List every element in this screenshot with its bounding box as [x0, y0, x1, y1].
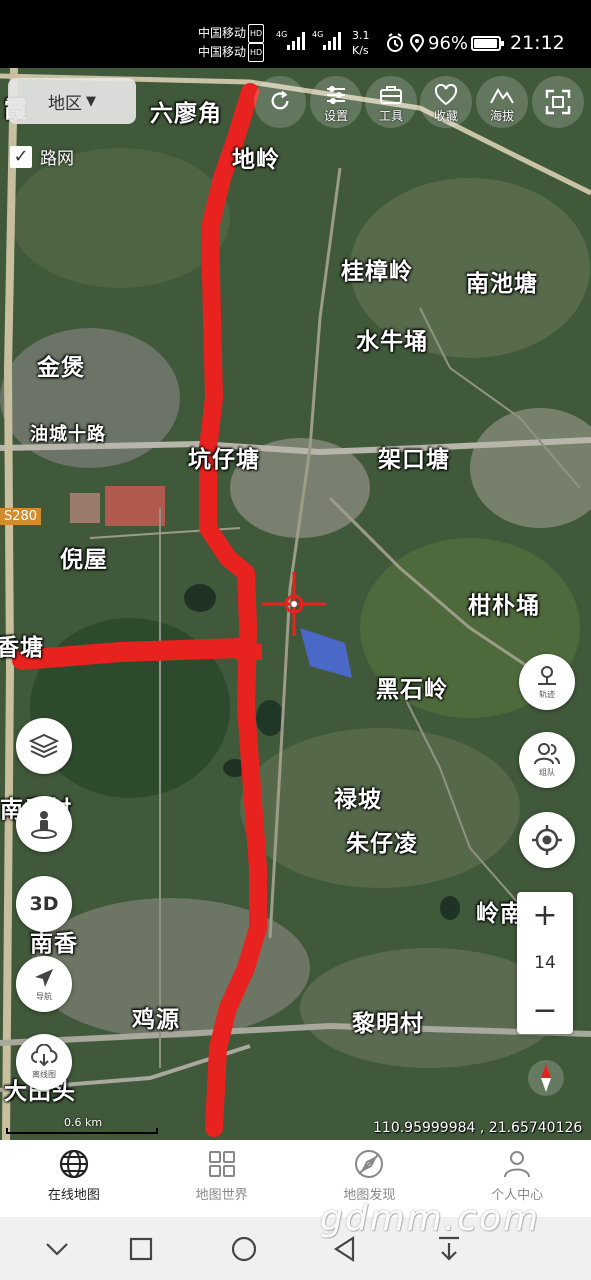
status-bar: 中国移动 HD 中国移动 HD 4G 4G 3.1 K/s 96% 21:12	[0, 0, 591, 68]
home-circle-icon[interactable]	[229, 1234, 259, 1264]
favorites-button[interactable]: 收藏	[420, 76, 472, 128]
compass-button[interactable]	[528, 1060, 564, 1096]
track-label: 轨迹	[539, 690, 555, 699]
signal-bars-2-icon	[323, 32, 343, 50]
coordinates-readout: 110.95999984 , 21.65740126	[373, 1120, 583, 1136]
place-label: 六廖角	[150, 101, 222, 127]
compass-icon	[355, 1150, 384, 1178]
three-d-button[interactable]: 3D	[16, 876, 72, 932]
refresh-icon	[271, 90, 289, 110]
three-d-label: 3D	[29, 893, 59, 915]
navigate-button[interactable]: 导航	[16, 956, 72, 1012]
network-type-1: 4G	[276, 30, 288, 39]
zoom-level: 14	[534, 953, 556, 973]
carrier-info: 中国移动 HD 中国移动 HD	[198, 24, 265, 62]
network-speed: 3.1 K/s	[352, 29, 370, 57]
place-label: 倪屋	[60, 547, 108, 573]
scale-line	[6, 1128, 158, 1134]
layers-button[interactable]	[16, 718, 72, 774]
signal-bars-icon	[287, 32, 307, 50]
group-icon	[534, 743, 560, 765]
track-pin-icon	[538, 666, 556, 685]
track-button[interactable]: 轨迹	[519, 654, 575, 710]
location-marker-icon	[262, 572, 326, 636]
chevron-down-icon[interactable]	[42, 1234, 72, 1264]
zoom-out-button[interactable]: −	[517, 987, 573, 1034]
region-dropdown[interactable]: 地区 ▼	[8, 78, 136, 124]
mountain-icon	[490, 88, 514, 104]
nav-map-world[interactable]: 地图世界	[148, 1140, 296, 1217]
altitude-button[interactable]: 海拔	[476, 76, 528, 128]
settings-sliders-icon	[327, 86, 345, 104]
place-label: 黎明村	[352, 1011, 424, 1037]
settings-button[interactable]: 设置	[310, 76, 362, 128]
place-label: 柑朴埇	[468, 593, 540, 619]
road-network-label: 路网	[40, 149, 74, 169]
toolbox-icon	[380, 86, 402, 104]
nav-label: 地图世界	[195, 1188, 248, 1203]
place-label: 架口塘	[378, 447, 450, 473]
layers-icon	[29, 733, 59, 759]
place-label: 金煲	[37, 355, 85, 381]
hd-badge-1: HD	[248, 24, 265, 43]
carrier-1: 中国移动	[198, 26, 247, 40]
fullscreen-icon	[545, 89, 571, 115]
checkbox-checked-icon[interactable]: ✓	[10, 145, 32, 168]
altitude-label: 海拔	[489, 109, 514, 123]
place-label: 坑仔塘	[188, 447, 260, 473]
place-label: 黑石岭	[376, 677, 448, 703]
person-pin-icon	[31, 811, 57, 839]
place-label: 朱仔凌	[346, 831, 418, 857]
cloud-download-icon	[31, 1044, 58, 1067]
region-label: 地区	[48, 93, 82, 114]
heart-icon	[434, 84, 458, 106]
road-network-toggle[interactable]: ✓ 路网	[10, 144, 74, 169]
refresh-button[interactable]	[254, 76, 306, 128]
alarm-location-icons	[386, 33, 426, 58]
watermark: gdmm.com	[320, 1198, 541, 1239]
nav-online-map[interactable]: 在线地图	[0, 1140, 148, 1217]
place-label: 禄坡	[334, 787, 382, 813]
globe-icon	[59, 1149, 88, 1179]
navigation-arrow-icon	[35, 969, 53, 987]
tools-label: 工具	[378, 109, 403, 123]
zoom-control: + 14 −	[517, 892, 573, 1034]
place-label: 香塘	[0, 635, 44, 661]
grid-icon	[208, 1151, 235, 1177]
team-button[interactable]: 组队	[519, 732, 575, 788]
fullscreen-button[interactable]	[532, 76, 584, 128]
place-label: 地岭	[232, 147, 280, 173]
tools-button[interactable]: 工具	[365, 76, 417, 128]
battery-icon	[471, 36, 504, 51]
map-view[interactable]: 六廖角 地岭 桂樟岭 南池塘 水牛埇 金煲 油城十路 坑仔塘 架口塘 倪屋 柑朴…	[0, 68, 591, 1140]
zoom-in-button[interactable]: +	[517, 892, 573, 939]
nav-label: 在线地图	[47, 1188, 100, 1203]
place-label: 桂樟岭	[341, 259, 413, 285]
team-label: 组队	[539, 768, 555, 777]
street-view-button[interactable]	[16, 796, 72, 852]
settings-label: 设置	[323, 109, 348, 123]
hd-badge-2: HD	[248, 43, 265, 62]
compass-needle-icon	[541, 1064, 551, 1092]
scale-bar: 0.6 km	[6, 1114, 158, 1134]
navigate-label: 导航	[36, 992, 52, 1001]
battery-percent: 96%	[428, 33, 469, 54]
network-type-2: 4G	[312, 30, 324, 39]
place-label: 南池塘	[466, 271, 538, 297]
locate-me-button[interactable]	[519, 812, 575, 868]
place-label: 鸡源	[132, 1007, 180, 1033]
clock: 21:12	[510, 32, 565, 54]
carrier-2: 中国移动	[198, 45, 247, 59]
caret-down-icon: ▼	[86, 93, 96, 109]
offline-map-button[interactable]: 离线图	[16, 1034, 72, 1090]
crosshair-locate-icon	[532, 825, 562, 855]
favorites-label: 收藏	[433, 109, 458, 123]
offline-map-label: 离线图	[32, 1070, 56, 1079]
person-icon	[504, 1151, 531, 1178]
recents-square-icon[interactable]	[126, 1234, 156, 1264]
place-label: 油城十路	[30, 424, 106, 445]
route-badge: S280	[0, 508, 42, 525]
place-label: 水牛埇	[356, 329, 428, 355]
